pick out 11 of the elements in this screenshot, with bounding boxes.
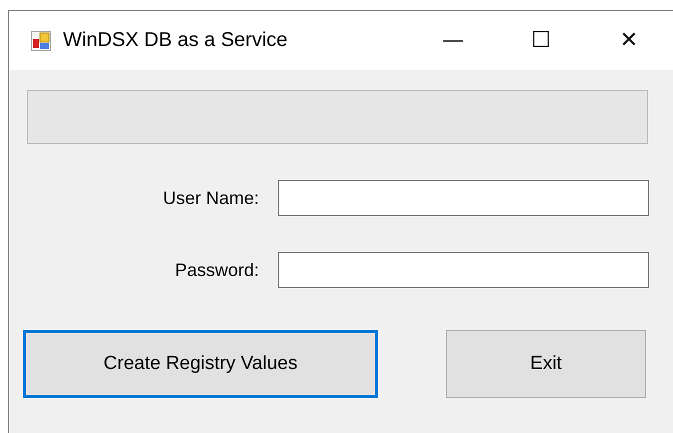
close-button[interactable]: ✕ [585, 11, 673, 70]
input-field[interactable] [278, 180, 649, 216]
input-field[interactable] [278, 252, 649, 288]
field-label: Password: [174, 260, 259, 280]
field-label: User Name: [162, 188, 259, 208]
minimize-button[interactable]: — [409, 11, 497, 70]
maximize-button[interactable]: ☐ [497, 11, 585, 70]
exit-button[interactable]: Exit [446, 330, 646, 398]
app-icon [31, 30, 51, 50]
create-button[interactable]: Create Registry Values [23, 330, 378, 398]
window-title: WinDSX DB as a Service [63, 29, 288, 52]
